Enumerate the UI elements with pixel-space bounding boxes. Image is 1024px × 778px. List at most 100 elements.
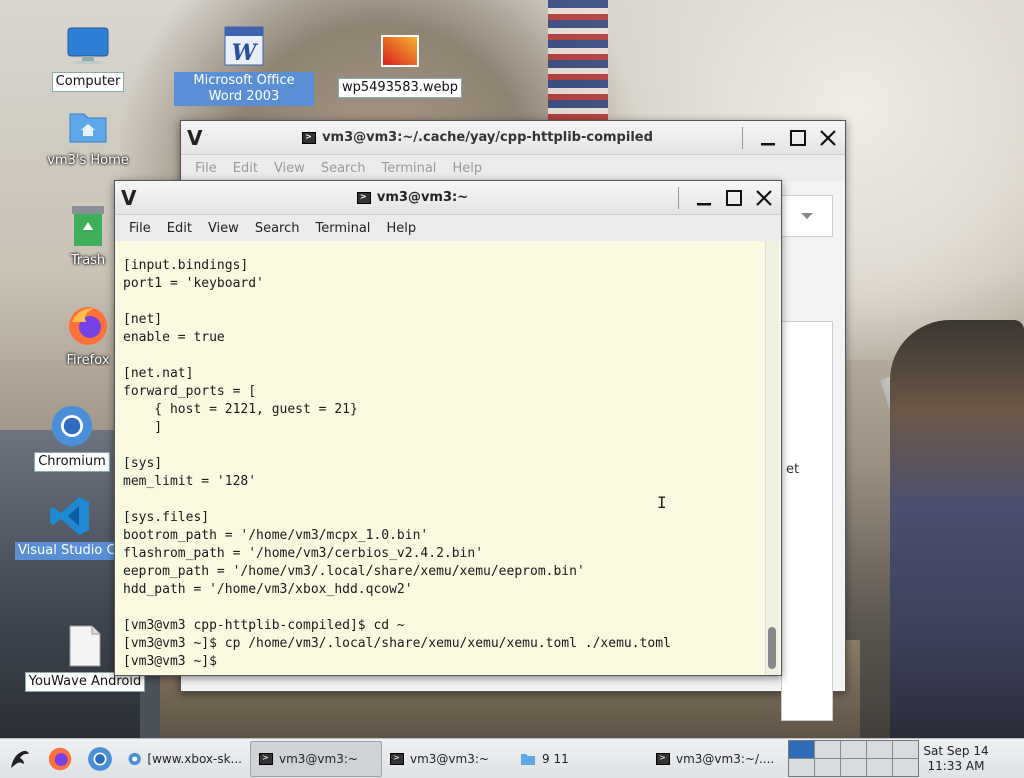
menu-edit[interactable]: Edit xyxy=(227,161,264,176)
terminal-line: [net] xyxy=(123,312,163,327)
terminal-line: [sys] xyxy=(123,456,163,471)
task-label: vm3@vm3:~ xyxy=(410,751,489,766)
desktop-icon-label: Computer xyxy=(51,72,125,92)
close-button[interactable] xyxy=(753,187,775,209)
firefox-icon xyxy=(66,304,110,348)
firefox-launcher[interactable] xyxy=(40,739,80,778)
menu-view[interactable]: View xyxy=(268,161,311,176)
terminal-line: eeprom_path = '/home/vm3/.local/share/xe… xyxy=(123,564,585,579)
menu-search[interactable]: Search xyxy=(249,221,306,236)
terminal-icon xyxy=(390,752,404,765)
menu-file[interactable]: File xyxy=(189,161,223,176)
menu-edit[interactable]: Edit xyxy=(161,221,198,236)
task-label: 9 11 xyxy=(542,751,569,766)
menu-terminal[interactable]: Terminal xyxy=(375,161,442,176)
scrollbar[interactable] xyxy=(765,241,779,675)
terminal-icon xyxy=(656,752,670,765)
menu-help[interactable]: Help xyxy=(446,161,488,176)
desktop-icon-vscode[interactable]: Visual Studio Co xyxy=(15,494,125,560)
menu-help[interactable]: Help xyxy=(380,221,422,236)
svg-text:W: W xyxy=(232,40,259,66)
terminal-icon xyxy=(356,191,371,204)
trash-icon xyxy=(66,204,110,248)
task-label: vm3@vm3:~/.... xyxy=(676,751,775,766)
terminal-line: flashrom_path = '/home/vm3/cerbios_v2.4.… xyxy=(123,546,484,561)
minimize-button[interactable] xyxy=(757,127,779,149)
maximize-button[interactable] xyxy=(787,127,809,149)
taskbar: [www.xbox-sk... vm3@vm3:~ vm3@vm3:~ 9 11… xyxy=(0,738,1024,778)
menubar: File Edit View Search Terminal Help xyxy=(181,155,845,181)
terminal-line: port1 = 'keyboard' xyxy=(123,276,264,291)
taskbar-task-folder[interactable]: 9 11 xyxy=(512,741,648,777)
taskbar-task-browser[interactable]: [www.xbox-sk... xyxy=(120,741,250,777)
desktop-icon-label: Trash xyxy=(70,253,106,268)
computer-icon xyxy=(66,24,110,68)
window-titlebar[interactable]: V vm3@vm3:~/.cache/yay/cpp-httplib-compi… xyxy=(181,121,845,155)
minimize-button[interactable] xyxy=(693,187,715,209)
close-button[interactable] xyxy=(817,127,839,149)
window-title: vm3@vm3:~ xyxy=(376,190,469,205)
vscode-icon xyxy=(49,494,93,538)
desktop-icon-label: Visual Studio Co xyxy=(15,542,115,560)
desktop-icon-home[interactable]: vm3's Home xyxy=(43,104,133,170)
terminal-icon xyxy=(259,752,273,765)
chromium-launcher[interactable] xyxy=(80,739,120,778)
terminal-line: [sys.files] xyxy=(123,510,210,525)
terminal-window-front[interactable]: V vm3@vm3:~ File Edit View Search Termin… xyxy=(114,180,782,676)
image-file-icon xyxy=(378,30,422,74)
scrollbar-thumb[interactable] xyxy=(768,627,776,669)
document-icon xyxy=(63,624,107,668)
word-icon: W xyxy=(222,24,266,68)
clock[interactable]: Sat Sep 14 11:33 AM xyxy=(919,744,993,774)
window-titlebar[interactable]: V vm3@vm3:~ xyxy=(115,181,781,215)
taskbar-task-terminal-active[interactable]: vm3@vm3:~ xyxy=(250,740,382,777)
start-menu-button[interactable] xyxy=(0,739,40,778)
chromium-icon xyxy=(50,404,94,448)
app-menu-icon[interactable]: V xyxy=(187,126,213,150)
window-title: vm3@vm3:~/.cache/yay/cpp-httplib-compile… xyxy=(322,130,653,145)
task-label: [www.xbox-sk... xyxy=(147,751,242,766)
desktop-icon-webp[interactable]: wp5493583.webp xyxy=(330,30,470,98)
back-panel: et xyxy=(781,321,833,721)
desktop-icon-label: vm3's Home xyxy=(47,153,129,168)
terminal-line: forward_ports = [ xyxy=(123,384,257,399)
app-menu-icon[interactable]: V xyxy=(121,186,147,210)
terminal-line: { host = 2121, guest = 21} xyxy=(123,402,358,417)
workspace-switcher[interactable] xyxy=(788,740,919,777)
terminal-line: bootrom_path = '/home/vm3/mcpx_1.0.bin' xyxy=(123,528,429,543)
terminal-line: hdd_path = '/home/vm3/xbox_hdd.qcow2' xyxy=(123,582,413,597)
maximize-button[interactable] xyxy=(723,187,745,209)
menu-view[interactable]: View xyxy=(202,221,245,236)
chromium-icon xyxy=(128,752,141,765)
terminal-line: ] xyxy=(123,420,163,435)
terminal-output[interactable]: [input.bindings] port1 = 'keyboard' [net]… xyxy=(115,241,781,675)
desktop-icon-label: wp5493583.webp xyxy=(337,78,463,98)
desktop-icon-label: Microsoft Office Word 2003 xyxy=(174,72,314,106)
taskbar-task-terminal[interactable]: vm3@vm3:~ xyxy=(382,741,512,777)
desktop-icon-computer[interactable]: Computer xyxy=(43,24,133,92)
terminal-icon xyxy=(302,131,317,144)
menu-search[interactable]: Search xyxy=(315,161,372,176)
desktop-icon-chromium[interactable]: Chromium xyxy=(27,404,117,472)
task-label: vm3@vm3:~ xyxy=(279,751,358,766)
clock-time: 11:33 AM xyxy=(927,758,985,773)
menu-terminal[interactable]: Terminal xyxy=(309,221,376,236)
back-panel-text: et xyxy=(786,462,800,477)
desktop-icon-label: Chromium xyxy=(34,452,110,472)
terminal-line: [vm3@vm3 ~]$ xyxy=(123,654,225,669)
menubar: File Edit View Search Terminal Help xyxy=(115,215,781,241)
terminal-line: mem_limit = '128' xyxy=(123,474,257,489)
home-folder-icon xyxy=(66,104,110,148)
terminal-line: [net.nat] xyxy=(123,366,194,381)
terminal-line: [input.bindings] xyxy=(123,258,249,273)
text-cursor-icon: I xyxy=(657,493,667,512)
menu-file[interactable]: File xyxy=(123,221,157,236)
desktop-icon-word[interactable]: W Microsoft Office Word 2003 xyxy=(174,24,314,106)
taskbar-task-terminal-2[interactable]: vm3@vm3:~/.... xyxy=(648,741,788,777)
dropdown-arrow-icon[interactable] xyxy=(781,195,833,237)
